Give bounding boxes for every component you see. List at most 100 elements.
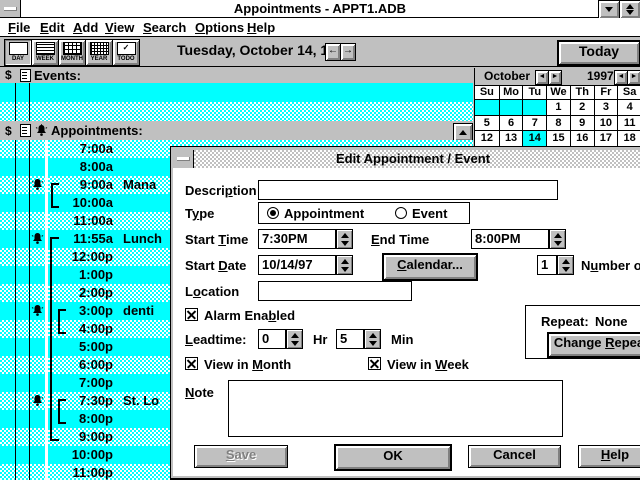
- type-appointment-radio[interactable]: [267, 207, 279, 219]
- view-in-week-label[interactable]: View in Week: [387, 357, 469, 372]
- leadtime-min-spinner[interactable]: [364, 329, 381, 349]
- alarm-enabled-checkbox[interactable]: [185, 308, 198, 321]
- day-name: Su: [475, 86, 499, 99]
- calendar-prev-month-button[interactable]: ◄: [535, 70, 549, 85]
- events-title: Events:: [34, 68, 81, 83]
- menu-help[interactable]: Help: [247, 20, 275, 35]
- leadtime-min-input[interactable]: 5: [336, 329, 364, 349]
- calendar-next-month-button[interactable]: ►: [548, 70, 562, 85]
- description-input[interactable]: St. Louis Brass Quintet concert - Mt. Pl…: [258, 180, 558, 200]
- view-in-month-label[interactable]: View in Month: [204, 357, 291, 372]
- view-in-month-checkbox[interactable]: [185, 357, 198, 370]
- calendar-day[interactable]: 1: [546, 99, 570, 115]
- leadtime-hr-spinner[interactable]: [286, 329, 303, 349]
- leadtime-min-label: Min: [391, 332, 413, 347]
- spin-up-icon: [341, 233, 349, 238]
- minimize-button[interactable]: [598, 0, 620, 19]
- bell-icon: [35, 124, 48, 137]
- end-time-label: End Time: [371, 232, 429, 247]
- calendar-day[interactable]: 4: [617, 99, 640, 115]
- menu-search[interactable]: Search: [143, 20, 186, 35]
- events-row-1[interactable]: [0, 83, 473, 102]
- restore-button[interactable]: [619, 0, 640, 19]
- start-date-label: Start Date: [185, 258, 246, 273]
- repeat-status-value: None: [595, 314, 628, 329]
- change-repeat-button[interactable]: Change Repea: [547, 332, 640, 358]
- note-textarea[interactable]: [228, 380, 563, 437]
- column-gutter: [45, 140, 48, 480]
- ok-button[interactable]: OK: [334, 444, 452, 471]
- year-view-button[interactable]: YEAR: [85, 39, 113, 66]
- calendar-day[interactable]: 2: [570, 99, 594, 115]
- start-date-input[interactable]: 10/14/97: [258, 255, 336, 275]
- month-view-icon: [63, 42, 82, 55]
- type-label: Type: [185, 206, 214, 221]
- calendar-day[interactable]: 11: [617, 115, 640, 131]
- calendar-day[interactable]: 10: [594, 115, 618, 131]
- end-time-input[interactable]: 8:00PM: [471, 229, 549, 249]
- repeat-status-label: Repeat:: [541, 314, 589, 329]
- calendar-day[interactable]: 15: [546, 130, 570, 146]
- calendar-day-selected[interactable]: 14: [522, 130, 546, 146]
- next-month-icon: ►: [552, 73, 559, 80]
- start-time-spinner[interactable]: [336, 229, 353, 249]
- appointment-label: denti: [123, 302, 154, 320]
- calendar-day[interactable]: 3: [594, 99, 618, 115]
- help-button[interactable]: Help: [578, 445, 640, 468]
- spin-down-icon: [554, 241, 562, 246]
- calendar-year-label: 1997: [587, 69, 614, 83]
- calendar-day[interactable]: 13: [499, 130, 523, 146]
- calendar-day[interactable]: 9: [570, 115, 594, 131]
- month-view-button[interactable]: MONTH: [58, 39, 86, 66]
- calendar-grid: 1 2 3 4 5 6 7 8 9 10 11 12 13 14 15 16 1…: [475, 99, 640, 146]
- calendar-day[interactable]: [499, 99, 523, 115]
- today-button[interactable]: Today: [557, 40, 640, 66]
- calendar-day[interactable]: 17: [594, 130, 618, 146]
- day-view-button[interactable]: DAY: [4, 39, 32, 66]
- calendar-button[interactable]: Calendar...: [382, 253, 478, 281]
- prev-month-icon: ◄: [539, 73, 546, 80]
- calendar-day[interactable]: 6: [499, 115, 523, 131]
- calendar-prev-year-button[interactable]: ◄: [614, 70, 628, 85]
- bell-icon: [31, 232, 44, 245]
- number-of-input[interactable]: 1: [537, 255, 557, 275]
- menu-file[interactable]: File: [8, 20, 30, 35]
- dialog-system-menu-button[interactable]: [174, 150, 194, 168]
- todo-view-icon: ✓: [117, 42, 136, 55]
- calendar-day[interactable]: 7: [522, 115, 546, 131]
- next-day-button[interactable]: →: [340, 43, 356, 61]
- calendar-day[interactable]: 16: [570, 130, 594, 146]
- week-view-button[interactable]: WEEK: [31, 39, 59, 66]
- calendar-day[interactable]: [475, 99, 499, 115]
- start-time-input[interactable]: 7:30PM: [258, 229, 336, 249]
- todo-view-button[interactable]: ✓ TODO: [112, 39, 140, 66]
- menu-add[interactable]: Add: [73, 20, 98, 35]
- view-in-week-checkbox[interactable]: [368, 357, 381, 370]
- note-icon: [20, 124, 31, 137]
- cancel-button[interactable]: Cancel: [468, 445, 561, 468]
- calendar-day[interactable]: 12: [475, 130, 499, 146]
- leadtime-hr-input[interactable]: 0: [258, 329, 286, 349]
- start-date-spinner[interactable]: [336, 255, 353, 275]
- day-name: Mo: [499, 86, 523, 99]
- type-appointment-label[interactable]: Appointment: [284, 206, 364, 221]
- location-input[interactable]: [258, 281, 412, 301]
- type-event-radio[interactable]: [395, 207, 407, 219]
- leadtime-hr-label: Hr: [313, 332, 327, 347]
- prev-day-button[interactable]: ←: [325, 43, 341, 61]
- calendar-day[interactable]: 8: [546, 115, 570, 131]
- calendar-day[interactable]: [522, 99, 546, 115]
- calendar-day[interactable]: 5: [475, 115, 499, 131]
- alarm-enabled-label[interactable]: Alarm Enabled: [204, 308, 295, 323]
- calendar-next-year-button[interactable]: ►: [627, 70, 640, 85]
- end-time-spinner[interactable]: [549, 229, 566, 249]
- number-of-spinner[interactable]: [557, 255, 574, 275]
- spin-down-icon: [562, 267, 570, 272]
- menu-options[interactable]: Options: [195, 20, 244, 35]
- calendar-day[interactable]: 18: [617, 130, 640, 146]
- events-row-2[interactable]: [0, 102, 473, 121]
- menu-edit[interactable]: Edit: [40, 20, 65, 35]
- bell-icon: [31, 178, 44, 191]
- menu-view[interactable]: View: [105, 20, 134, 35]
- type-event-label[interactable]: Event: [412, 206, 447, 221]
